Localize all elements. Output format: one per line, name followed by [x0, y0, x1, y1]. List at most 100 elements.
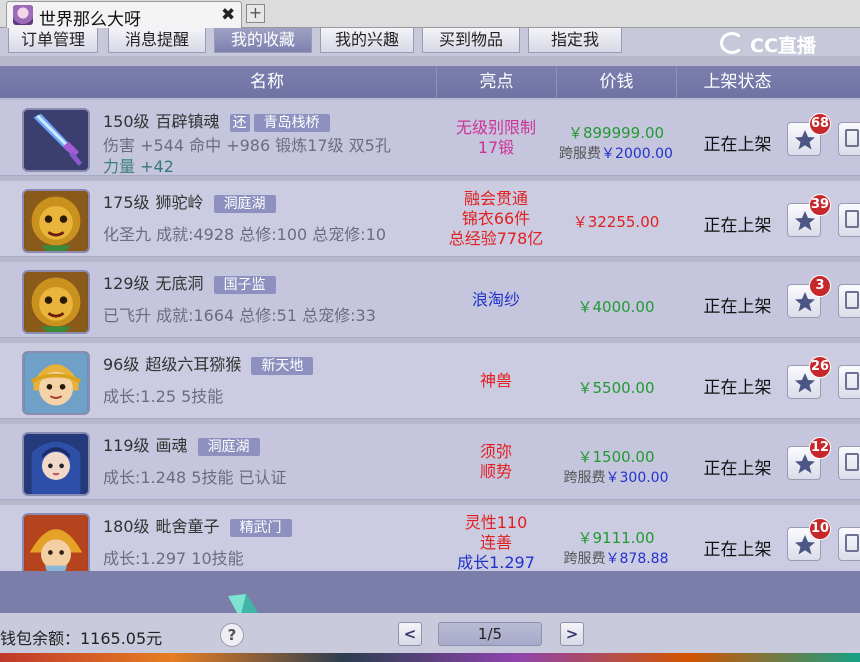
column-highlight: 亮点 [436, 66, 556, 98]
listing-status: 正在上架 [703, 216, 772, 236]
favorite-count-badge: 12 [809, 437, 831, 459]
server-badge: 国子监 [213, 276, 276, 294]
buy-button[interactable] [838, 122, 860, 156]
item-detail: 已飞升 成就:1664 总修:51 总宠修:33 [103, 306, 376, 325]
monkey-thumbnail-icon [22, 351, 90, 415]
item-name: 百辟镇魂 [155, 112, 220, 131]
buy-button[interactable] [838, 203, 860, 237]
highlight-text: 浪淘纱 [471, 290, 520, 309]
highlight-text: 须弥 顺势 [479, 442, 512, 481]
list-item[interactable]: 180级 毗舍童子 精武门 成长:1.297 10技能 灵性110 连善 成长1.297… [0, 505, 860, 571]
column-status: 上架状态 [676, 66, 798, 98]
nav-assigned-me[interactable]: 指定我 [528, 28, 622, 53]
price-value: ￥9111.00 [577, 529, 655, 547]
cart-icon [845, 453, 859, 471]
server-badge: 新天地 [251, 357, 314, 375]
prev-page-button[interactable]: < [398, 622, 422, 646]
favorite-count-badge: 39 [809, 194, 831, 216]
buy-button[interactable] [838, 527, 860, 561]
return-badge: 还 [229, 114, 250, 132]
item-title: 175级 狮驼岭 洞庭湖 [103, 189, 276, 213]
item-detail: 成长:1.248 5技能 已认证 [103, 468, 287, 487]
child-thumbnail-icon [22, 513, 90, 571]
item-detail: 成长:1.297 10技能 [103, 549, 244, 568]
list-item[interactable]: 129级 无底洞 国子监 已飞升 成就:1664 总修:51 总宠修:33 浪淘纱 … [0, 262, 860, 338]
item-title: 129级 无底洞 国子监 [103, 270, 276, 294]
cart-icon [845, 291, 859, 309]
item-name: 画魂 [155, 436, 188, 455]
list-footer-band [0, 571, 860, 613]
server-badge: 洞庭湖 [197, 438, 260, 456]
item-title: 180级 毗舍童子 精武门 [103, 513, 292, 537]
list-item[interactable]: 175级 狮驼岭 洞庭湖 化圣九 成就:4928 总修:100 总宠修:10 融会贯… [0, 181, 860, 257]
price-value: ￥4000.00 [577, 298, 655, 316]
server-badge: 洞庭湖 [213, 195, 276, 213]
item-title: 150级 百辟镇魂还青岛栈桥 [103, 108, 330, 132]
cross-server-fee: 跨服费￥2000.00 [559, 146, 673, 162]
item-detail: 成长:1.25 5技能 [103, 387, 224, 406]
nav-order-manage[interactable]: 订单管理 [8, 28, 98, 53]
listing-status: 正在上架 [703, 459, 772, 479]
list-item[interactable]: 150级 百辟镇魂还青岛栈桥 伤害 +544 命中 +986 锻炼17级 双5孔 … [0, 100, 860, 176]
price-value: ￥5500.00 [577, 379, 655, 397]
window-tab[interactable]: 世界那么大呀 ✖ [6, 1, 242, 30]
favorite-count-badge: 3 [809, 275, 831, 297]
nav-bought-items[interactable]: 买到物品 [422, 28, 520, 53]
price-cell: ￥899999.00 跨服费￥2000.00 [556, 122, 676, 163]
item-title: 96级 超级六耳猕猴 新天地 [103, 351, 314, 375]
next-page-button[interactable]: > [560, 622, 584, 646]
item-title: 119级 画魂 洞庭湖 [103, 432, 260, 456]
new-tab-button[interactable]: + [246, 4, 265, 23]
cart-icon [845, 210, 859, 228]
cc-logo-icon [720, 32, 744, 54]
price-cell: ￥4000.00 [556, 296, 676, 317]
item-name: 超级六耳猕猴 [145, 355, 242, 374]
character-avatar-icon [13, 5, 33, 25]
lion-thumbnail-icon [22, 189, 90, 253]
buy-button[interactable] [838, 446, 860, 480]
item-name: 毗舍童子 [155, 517, 220, 536]
item-detail: 化圣九 成就:4928 总修:100 总宠修:10 [103, 225, 387, 244]
price-cell: ￥5500.00 [556, 377, 676, 398]
column-price: 价钱 [556, 66, 676, 98]
favorite-count-badge: 26 [809, 356, 831, 378]
page-indicator: 1/5 [438, 622, 542, 646]
listing-status: 正在上架 [703, 378, 772, 398]
price-value: ￥899999.00 [567, 124, 665, 142]
price-value: ￥32255.00 [572, 213, 660, 231]
nav-my-favorites[interactable]: 我的收藏 [214, 28, 312, 53]
item-name: 无底洞 [155, 274, 204, 293]
price-cell: ￥32255.00 [556, 211, 676, 232]
nav-message-alert[interactable]: 消息提醒 [108, 28, 206, 53]
lion-thumbnail-icon [22, 270, 90, 334]
buy-button[interactable] [838, 284, 860, 318]
cart-icon [845, 534, 859, 552]
highlight-text: 无级别限制 17锻 [455, 118, 536, 157]
listing-status: 正在上架 [703, 540, 772, 560]
price-cell: ￥9111.00 跨服费￥878.88 [556, 527, 676, 568]
item-extra: 力量 +42 [103, 157, 174, 176]
highlight-text: 神兽 [479, 371, 512, 390]
server-badge: 精武门 [229, 519, 292, 537]
favorites-list: 150级 百辟镇魂还青岛栈桥 伤害 +544 命中 +986 锻炼17级 双5孔 … [0, 100, 860, 571]
table-header: 名称 亮点 价钱 上架状态 [0, 66, 860, 98]
cart-icon [845, 129, 859, 147]
highlight-text: 灵性110 连善 成长1.297 [457, 513, 535, 571]
game-market-window: 世界那么大呀 ✖ + 订单管理 消息提醒 我的收藏 我的兴趣 买到物品 指定我 … [0, 0, 860, 662]
cross-server-fee: 跨服费￥878.88 [563, 551, 669, 567]
nav-my-interests[interactable]: 我的兴趣 [320, 28, 414, 53]
list-item[interactable]: 96级 超级六耳猕猴 新天地 成长:1.25 5技能 神兽 ￥5500.00 正在上… [0, 343, 860, 419]
game-hud-strip [0, 653, 860, 662]
buy-button[interactable] [838, 365, 860, 399]
help-icon[interactable]: ? [220, 623, 244, 647]
wallet-balance: 钱包余额：1165.05元 [0, 629, 163, 648]
list-item[interactable]: 119级 画魂 洞庭湖 成长:1.248 5技能 已认证 须弥 顺势 ￥1500.00… [0, 424, 860, 500]
close-icon[interactable]: ✖ [221, 5, 235, 25]
server-badge: 青岛栈桥 [253, 114, 330, 132]
item-name: 狮驼岭 [155, 193, 204, 212]
price-cell: ￥1500.00 跨服费￥300.00 [556, 446, 676, 487]
listing-status: 正在上架 [703, 135, 772, 155]
highlight-text: 融会贯通 锦衣66件 总经验778亿 [448, 189, 544, 248]
price-value: ￥1500.00 [577, 448, 655, 466]
favorite-count-badge: 68 [809, 113, 831, 135]
